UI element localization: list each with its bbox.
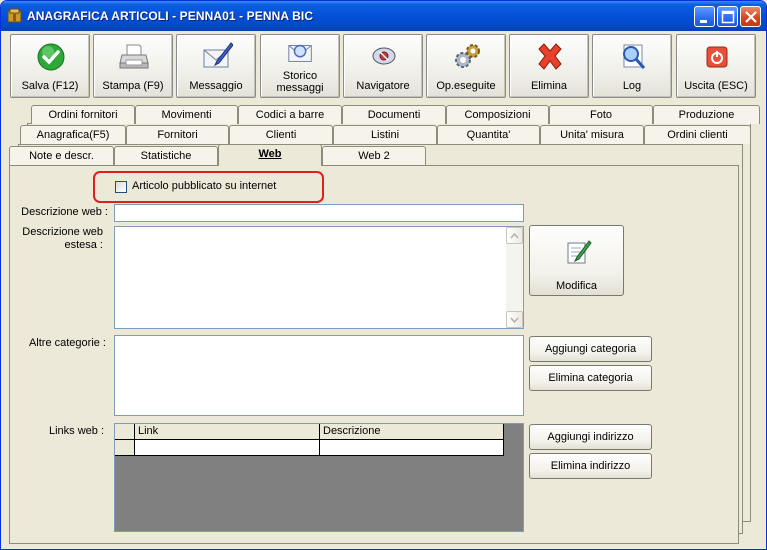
web-description-label: Descrizione web : — [21, 206, 108, 218]
navigator-label: Navigatore — [356, 80, 410, 92]
grid-cell-link[interactable] — [135, 440, 320, 456]
web-links-grid[interactable]: Link Descrizione — [114, 423, 524, 532]
tab-documenti[interactable]: Documenti — [342, 105, 446, 124]
exit-button[interactable]: Uscita (ESC) — [676, 34, 756, 98]
tab-movimenti[interactable]: Movimenti — [135, 105, 238, 124]
extended-description-label: Descrizione web estesa : — [11, 226, 103, 252]
gears-icon — [455, 44, 480, 68]
message-history-button[interactable]: Storico messaggi — [260, 34, 340, 98]
published-checkbox[interactable] — [115, 181, 127, 193]
delete-button[interactable]: Elimina — [509, 34, 589, 98]
log-search-icon — [623, 44, 646, 69]
log-label: Log — [622, 80, 642, 92]
delete-x-icon — [538, 43, 562, 70]
tab-unita-misura[interactable]: Unita' misura — [540, 125, 644, 144]
tab-produzione[interactable]: Produzione — [653, 105, 760, 124]
close-button[interactable] — [740, 6, 761, 27]
message-label: Messaggio — [189, 80, 243, 92]
message-history-label-line2: messaggi — [276, 82, 324, 94]
extended-description-label-line2: estesa : — [64, 239, 103, 251]
add-address-button[interactable]: Aggiungi indirizzo — [529, 424, 652, 450]
chevron-up-icon — [510, 232, 519, 239]
app-window: ANAGRAFICA ARTICOLI - PENNA01 - PENNA BI… — [0, 0, 767, 550]
tab-composizioni[interactable]: Composizioni — [446, 105, 549, 124]
message-button[interactable]: Messaggio — [176, 34, 256, 98]
envelope-search-icon — [288, 44, 312, 62]
tab-foto[interactable]: Foto — [549, 105, 653, 124]
scroll-up-button[interactable] — [506, 227, 523, 244]
chevron-down-icon — [510, 317, 519, 324]
published-checkbox-label[interactable]: Articolo pubblicato su internet — [132, 180, 276, 192]
grid-row-selector[interactable] — [115, 440, 135, 456]
minimize-icon — [700, 20, 707, 23]
tab-quantita[interactable]: Quantita' — [437, 125, 540, 144]
extended-description-textarea[interactable] — [114, 226, 524, 329]
tab-web-2[interactable]: Web 2 — [322, 146, 426, 165]
tab-fornitori[interactable]: Fornitori — [126, 125, 229, 144]
maximize-icon — [721, 10, 735, 24]
navigator-icon — [372, 47, 396, 65]
tab-statistiche[interactable]: Statistiche — [114, 146, 218, 165]
power-icon — [706, 46, 728, 68]
remove-category-button[interactable]: Elimina categoria — [529, 365, 652, 391]
exit-label: Uscita (ESC) — [684, 80, 748, 92]
message-history-label-line1: Storico — [282, 70, 318, 82]
grid-corner — [115, 424, 135, 440]
save-label: Salva (F12) — [21, 80, 79, 92]
remove-address-button[interactable]: Elimina indirizzo — [529, 453, 652, 479]
log-button[interactable]: Log — [592, 34, 672, 98]
other-categories-list[interactable] — [114, 335, 524, 416]
tab-listini[interactable]: Listini — [333, 125, 437, 144]
app-icon — [7, 8, 22, 23]
tab-ordini-clienti[interactable]: Ordini clienti — [644, 125, 751, 144]
tab-codici-a-barre[interactable]: Codici a barre — [238, 105, 342, 124]
grid-header-link[interactable]: Link — [135, 424, 320, 440]
print-label: Stampa (F9) — [102, 80, 164, 92]
print-button[interactable]: Stampa (F9) — [93, 34, 173, 98]
tab-note-e-descr[interactable]: Note e descr. — [9, 146, 114, 165]
minimize-button[interactable] — [694, 6, 715, 27]
tab-anagrafica[interactable]: Anagrafica(F5) — [20, 125, 126, 144]
scroll-down-button[interactable] — [506, 311, 523, 328]
save-button[interactable]: Salva (F12) — [10, 34, 90, 98]
delete-label: Elimina — [530, 80, 568, 92]
other-categories-label: Altre categorie : — [28, 337, 106, 349]
message-history-label: Storico messaggi — [261, 70, 339, 94]
title-bar[interactable]: ANAGRAFICA ARTICOLI - PENNA01 - PENNA BI… — [1, 1, 766, 31]
web-links-label: Links web : — [48, 425, 104, 437]
navigator-button[interactable]: Navigatore — [343, 34, 423, 98]
add-category-button[interactable]: Aggiungi categoria — [529, 336, 652, 362]
operations-done-label: Op.eseguite — [436, 80, 496, 92]
edit-pencil-icon — [567, 240, 592, 264]
check-icon — [37, 43, 65, 71]
maximize-button[interactable] — [717, 6, 738, 27]
extended-description-scrollbar[interactable] — [506, 227, 523, 328]
printer-icon — [119, 44, 149, 69]
envelope-pen-icon — [203, 42, 233, 68]
edit-button[interactable]: Modifica — [529, 225, 624, 296]
edit-button-label: Modifica — [556, 280, 597, 292]
web-description-input[interactable] — [114, 204, 524, 222]
grid-cell-description[interactable] — [320, 440, 504, 456]
tab-web[interactable]: Web — [218, 144, 322, 166]
tab-ordini-fornitori[interactable]: Ordini fornitori — [31, 105, 135, 124]
window-title: ANAGRAFICA ARTICOLI - PENNA01 - PENNA BI… — [27, 9, 314, 23]
extended-description-label-line1: Descrizione web — [22, 226, 103, 238]
operations-done-button[interactable]: Op.eseguite — [426, 34, 506, 98]
grid-header-description[interactable]: Descrizione — [320, 424, 504, 440]
tab-clienti[interactable]: Clienti — [229, 125, 333, 144]
close-icon — [745, 11, 757, 23]
